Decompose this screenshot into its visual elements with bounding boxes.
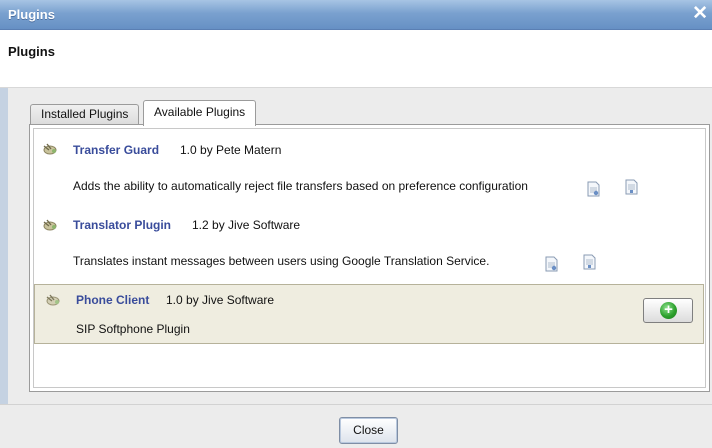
- plugin-version: 1.0 by Jive Software: [166, 293, 275, 307]
- plugin-name-transfer-guard: Transfer Guard: [73, 143, 160, 157]
- title-bar: Plugins ✕: [0, 0, 712, 30]
- plug-icon: [43, 219, 57, 231]
- plugin-description: Translates instant messages between user…: [73, 254, 490, 268]
- plug-icon: [43, 143, 57, 155]
- plugin-description: SIP Softphone Plugin: [76, 322, 190, 336]
- tab-available-plugins[interactable]: Available Plugins: [143, 100, 257, 126]
- header-pane: Plugins: [0, 30, 712, 88]
- plugin-name-translator-plugin: Translator Plugin: [73, 218, 172, 232]
- window-title: Plugins: [8, 7, 55, 22]
- plugin-description: Adds the ability to automatically reject…: [73, 179, 528, 193]
- close-icon[interactable]: ✕: [692, 3, 708, 25]
- readme-icon[interactable]: [625, 179, 638, 195]
- tab-installed-plugins[interactable]: Installed Plugins: [30, 104, 140, 124]
- changelog-icon[interactable]: [545, 256, 558, 272]
- plugin-version: 1.2 by Jive Software: [192, 218, 301, 232]
- plugin-version: 1.0 by Pete Matern: [180, 143, 282, 157]
- page-title: Plugins: [8, 44, 55, 59]
- add-icon: +: [660, 302, 677, 319]
- changelog-icon[interactable]: [587, 181, 600, 197]
- close-button[interactable]: Close: [339, 417, 398, 444]
- readme-icon[interactable]: [583, 254, 596, 270]
- install-button[interactable]: +: [643, 298, 693, 323]
- plug-icon: [46, 294, 60, 306]
- left-frame-edge: [0, 88, 8, 448]
- plugin-name-phone-client: Phone Client: [76, 293, 150, 307]
